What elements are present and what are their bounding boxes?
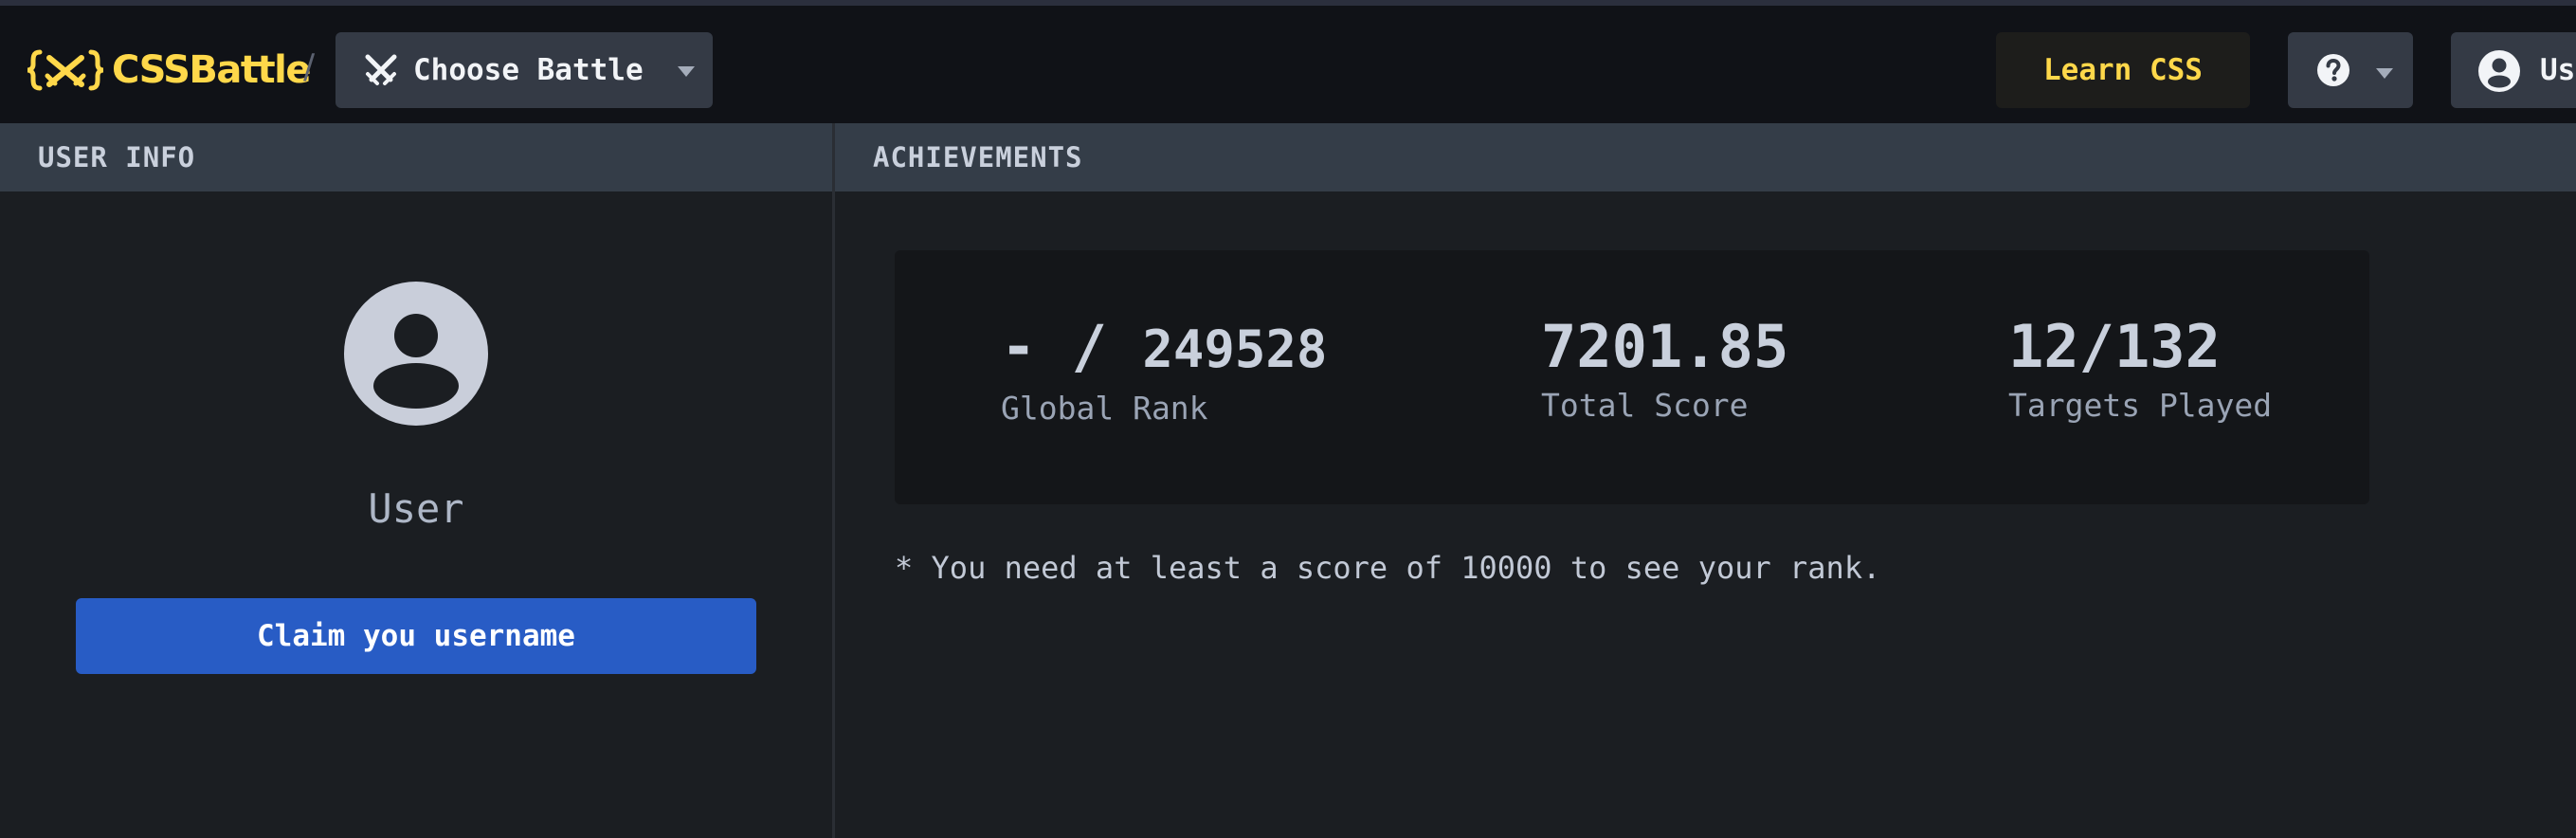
rank-requirement-note: * You need at least a score of 10000 to … bbox=[895, 550, 1881, 586]
stat-value: - / 249528 bbox=[1001, 313, 1327, 384]
stat-value: 7201.85 bbox=[1541, 312, 1789, 381]
stat-caption: Global Rank bbox=[1001, 390, 1208, 427]
breadcrumb-separator: / bbox=[303, 47, 316, 86]
cssbattle-logo[interactable]: CSSBattle bbox=[27, 42, 311, 99]
cssbattle-logo-icon bbox=[27, 49, 104, 91]
stat-caption: Total Score bbox=[1541, 387, 1749, 424]
user-circle-icon bbox=[2478, 50, 2520, 92]
achievements-panel: ACHIEVEMENTS - / 249528 Global Rank 7201… bbox=[835, 123, 2576, 838]
question-circle-icon bbox=[2317, 54, 2349, 86]
logo-text: CSSBattle bbox=[112, 48, 311, 92]
achievements-header: ACHIEVEMENTS bbox=[835, 123, 2576, 191]
user-menu-label: Us bbox=[2540, 53, 2576, 87]
user-info-header: USER INFO bbox=[0, 123, 832, 191]
achievements-title: ACHIEVEMENTS bbox=[873, 141, 1083, 173]
help-menu-button[interactable] bbox=[2288, 32, 2413, 108]
stat-value-prefix: - / bbox=[1001, 312, 1143, 381]
user-info-panel: USER INFO User Claim you username bbox=[0, 123, 832, 838]
chevron-down-icon bbox=[2376, 68, 2393, 79]
stats-card: - / 249528 Global Rank 7201.85 Total Sco… bbox=[895, 250, 2369, 504]
choose-battle-label: Choose Battle bbox=[413, 53, 644, 87]
stat-targets-played: 12/132 Targets Played bbox=[2008, 312, 2273, 425]
learn-css-button[interactable]: Learn CSS bbox=[1996, 32, 2250, 108]
stat-total-score: 7201.85 Total Score bbox=[1541, 312, 1789, 425]
user-info-title: USER INFO bbox=[38, 141, 196, 173]
claim-username-button[interactable]: Claim you username bbox=[76, 598, 756, 674]
choose-battle-dropdown[interactable]: Choose Battle bbox=[336, 32, 713, 108]
username-label: User bbox=[368, 485, 464, 532]
stat-value: 12/132 bbox=[2008, 312, 2221, 381]
top-navbar: CSSBattle / Choose Battle Learn CSS Us bbox=[0, 6, 2576, 123]
crossed-swords-icon bbox=[365, 54, 397, 85]
stat-value-number: 249528 bbox=[1142, 319, 1328, 379]
user-avatar-icon bbox=[344, 282, 488, 426]
user-menu-button[interactable]: Us bbox=[2451, 32, 2576, 108]
stat-caption: Targets Played bbox=[2008, 387, 2273, 424]
chevron-down-icon bbox=[678, 66, 695, 77]
stat-global-rank: - / 249528 Global Rank bbox=[1001, 313, 1327, 428]
